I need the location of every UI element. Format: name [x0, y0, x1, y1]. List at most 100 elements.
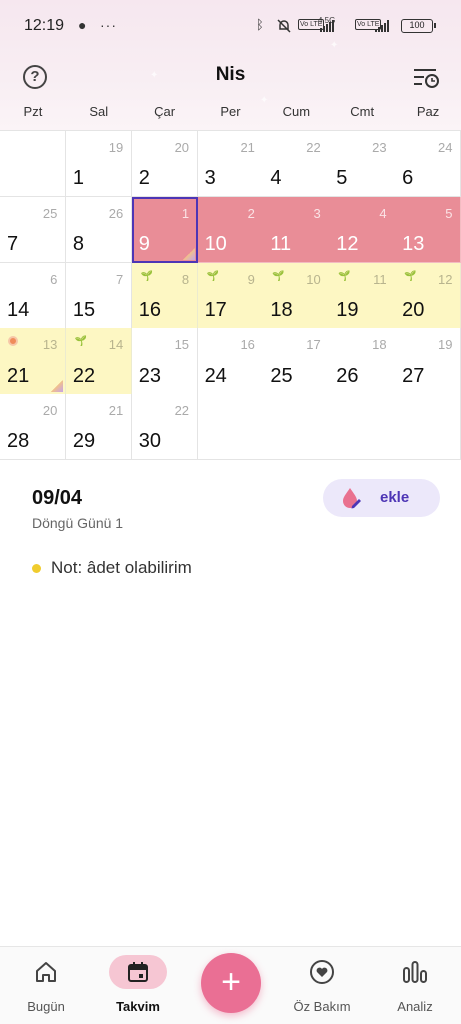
calendar-day-cell[interactable]: 3 21: [197, 131, 264, 198]
cycle-day-number: 11: [373, 271, 387, 287]
cycle-day-number: 2: [247, 205, 255, 221]
heart-circle-icon: [293, 955, 351, 989]
day-number: 16: [138, 298, 161, 321]
cycle-day-number: 21: [240, 140, 255, 155]
note-text: Not: âdet olabilirim: [51, 558, 192, 577]
calendar-day-cell[interactable]: 7 25: [0, 196, 67, 264]
add-entry-button[interactable]: ekle: [323, 479, 440, 517]
weekday-label: Pzt: [23, 104, 43, 119]
battery-indicator: 100: [401, 19, 436, 33]
day-number: 28: [7, 430, 30, 453]
day-number: 22: [72, 364, 96, 387]
day-number: 5: [336, 167, 348, 190]
weekday-label: Cum: [282, 104, 311, 119]
cycle-day-number: 22: [174, 403, 190, 419]
signal-strength-icon: [320, 20, 334, 32]
day-number: 1: [72, 167, 84, 190]
day-number: 25: [270, 364, 293, 387]
calendar-day-cell[interactable]: 20 12 🌱: [395, 262, 461, 329]
cycle-day-number: 15: [174, 337, 190, 353]
calendar-grid: 1 19 2 20 3 21 4 22 5 23 6 24 7 25 8 26 9 1 10 2 11 3 12 4 13 5 14…: [0, 130, 461, 461]
ovulation-icon: [8, 336, 18, 347]
calendar-day-cell[interactable]: 21 13: [0, 328, 67, 395]
day-number: 9: [138, 233, 150, 256]
weekday-label: Sal: [89, 104, 109, 119]
nav-label: Analiz: [397, 999, 433, 1014]
cycle-day-number: 20: [42, 403, 58, 419]
calendar-empty-cell: [395, 394, 461, 461]
calendar-day-cell[interactable]: 28 20: [0, 394, 67, 461]
cycle-day-number: 26: [108, 205, 124, 221]
day-number: 26: [336, 364, 359, 387]
cycle-day-number: 14: [108, 337, 124, 353]
calendar-day-cell[interactable]: 8 26: [65, 196, 133, 264]
month-title[interactable]: Nis: [0, 64, 461, 86]
sprout-icon: 🌱: [206, 270, 220, 282]
calendar-day-cell[interactable]: 18 10 🌱: [263, 262, 330, 329]
more-notifications-icon: ···: [100, 17, 117, 33]
calendar-day-cell[interactable]: 5 23: [329, 131, 396, 198]
calendar-icon: [109, 955, 167, 989]
nav-item-today[interactable]: Bugün: [0, 947, 92, 1024]
day-number: 29: [72, 430, 96, 453]
add-fab-button[interactable]: +: [201, 953, 261, 1013]
cycle-day-number: 9: [247, 271, 255, 287]
calendar-day-cell[interactable]: 13 5: [395, 196, 461, 264]
nav-item-analysis[interactable]: Analiz: [369, 947, 461, 1024]
note-row[interactable]: Not: âdet olabilirim: [32, 558, 192, 578]
day-number: 8: [72, 233, 84, 256]
signal-strength-icon-2: [375, 20, 389, 32]
calendar-day-cell[interactable]: 91: [131, 196, 199, 264]
nav-item-calendar[interactable]: Takvim: [92, 947, 184, 1024]
nav-label: Öz Bakım: [293, 999, 351, 1014]
cycle-day-number: 25: [42, 205, 58, 221]
add-entry-label: ekle: [380, 489, 410, 506]
history-list-icon[interactable]: [412, 67, 440, 89]
day-number: 19: [336, 298, 359, 321]
cycle-day-number: 19: [108, 140, 124, 155]
calendar-day-cell[interactable]: 29 21: [65, 394, 133, 461]
cycle-day-number: 4: [379, 205, 387, 221]
day-number: 3: [204, 167, 216, 190]
day-number: 20: [402, 298, 425, 321]
cycle-day-number: 21: [108, 403, 124, 419]
bluetooth-icon: ᛒ: [256, 17, 264, 32]
cycle-day-number: 1: [181, 205, 190, 221]
calendar-day-cell[interactable]: 10 2: [197, 196, 264, 264]
cycle-day-number: 6: [50, 271, 58, 287]
cycle-day-number: 5: [445, 205, 453, 221]
calendar-day-cell[interactable]: 15 7: [65, 262, 133, 329]
calendar-day-cell[interactable]: 30 22: [131, 394, 199, 461]
calendar-day-cell[interactable]: 25 17: [263, 328, 330, 395]
calendar-empty-cell: [329, 394, 396, 461]
calendar-day-cell[interactable]: 2 20: [131, 131, 199, 198]
nav-item-self-care[interactable]: Öz Bakım: [276, 947, 368, 1024]
day-number: 7: [7, 233, 19, 256]
cycle-day-number: 23: [372, 140, 387, 155]
calendar-day-cell[interactable]: 16 8 🌱: [131, 262, 199, 329]
calendar-day-cell[interactable]: 12 4: [329, 196, 396, 264]
calendar-day-cell[interactable]: 4 22: [263, 131, 330, 198]
day-number: 11: [270, 233, 292, 256]
cycle-day-number: 24: [438, 140, 453, 155]
calendar-day-cell[interactable]: 19 11 🌱: [329, 262, 396, 329]
calendar-day-cell[interactable]: 23 15: [131, 328, 199, 395]
cycle-day-number: 3: [313, 205, 321, 221]
calendar-day-cell[interactable]: 27 19: [395, 328, 461, 395]
mute-bell-icon: [277, 19, 291, 33]
calendar-empty-cell: [197, 394, 264, 461]
calendar-day-cell[interactable]: 22 14 🌱: [65, 328, 133, 395]
calendar-day-cell[interactable]: 11 3: [263, 196, 330, 264]
note-corner-icon: [183, 248, 196, 261]
calendar-day-cell[interactable]: 6 24: [395, 131, 461, 198]
day-number: 27: [402, 364, 425, 387]
calendar-day-cell[interactable]: 24 16: [197, 328, 264, 395]
calendar-day-cell[interactable]: 1 19: [65, 131, 133, 198]
sprout-icon: 🌱: [272, 270, 285, 282]
day-number: 4: [270, 167, 282, 190]
calendar-day-cell[interactable]: 14 6: [0, 262, 67, 329]
calendar-day-cell[interactable]: 17 9 🌱: [197, 262, 264, 329]
calendar-empty-cell: [263, 394, 330, 461]
cycle-day-number: 19: [438, 337, 453, 353]
calendar-day-cell[interactable]: 26 18: [329, 328, 396, 395]
